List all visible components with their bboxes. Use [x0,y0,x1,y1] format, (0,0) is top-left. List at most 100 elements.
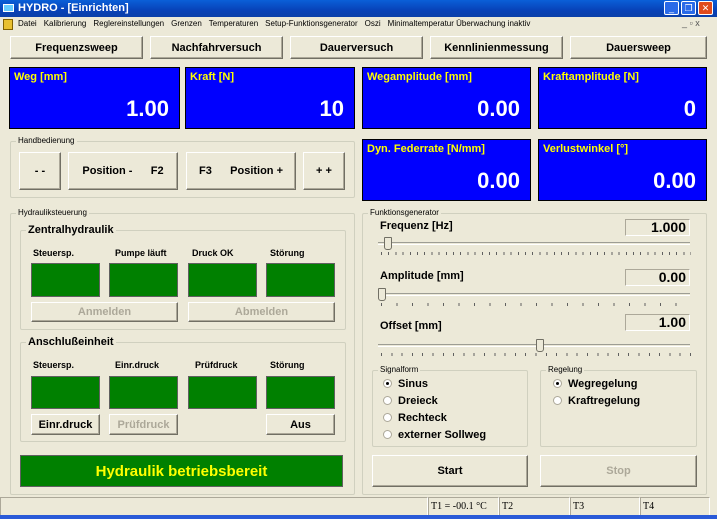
menu-oszi[interactable]: Oszi [365,19,381,28]
menu-grenzen[interactable]: Grenzen [171,19,202,28]
pruefdruck-indicator [188,376,257,409]
abmelden-button[interactable]: Abmelden [188,302,335,322]
indicator-label: Störung [270,248,305,258]
position-minus-button[interactable]: Position - F2 [68,152,178,190]
amplitude-slider-track[interactable] [378,293,690,296]
menu-kalibrierung[interactable]: Kalibrierung [44,19,87,28]
anmelden-button[interactable]: Anmelden [31,302,178,322]
close-button[interactable]: ✕ [698,1,713,15]
document-icon [3,19,13,30]
amplitude-label: Amplitude [mm] [380,270,464,282]
offset-value: 1.00 [625,314,690,331]
steuersp-indicator [31,263,100,297]
display-value: 0 [683,96,696,121]
radio-icon [553,379,562,388]
slider-ticks [381,353,691,356]
frequenz-slider-thumb[interactable] [384,237,393,250]
nachfahrversuch-button[interactable]: Nachfahrversuch [150,36,283,59]
dauerversuch-button[interactable]: Dauerversuch [290,36,423,59]
radio-label: Dreieck [398,394,438,407]
menu-setup-funktionsgenerator[interactable]: Setup-Funktionsgenerator [265,19,358,28]
menu-temperaturen[interactable]: Temperaturen [209,19,258,28]
group-title: Handbedienung [16,136,77,145]
display-value: 0.00 [653,168,696,193]
pruefdruck-button[interactable]: Prüfdruck [109,414,178,435]
maximize-button[interactable]: ❐ [681,1,696,15]
radio-dreieck[interactable]: Dreieck [383,392,527,409]
status-bar: T1 = -00.1 °C T2 T3 T4 [0,497,717,516]
display-value: 0.00 [477,168,520,193]
jog-fast-plus-button[interactable]: + + [303,152,345,190]
federrate-display: Dyn. Federrate [N/mm] 0.00 [362,139,531,201]
amplitude-slider-thumb[interactable] [378,288,386,301]
frequenz-slider-track[interactable] [378,242,690,245]
display-label: Weg [mm] [14,71,67,83]
window-title: HYDRO - [Einrichten] [18,2,129,14]
jog-fast-minus-button[interactable]: - - [19,152,61,190]
radio-label: Kraftregelung [568,394,641,407]
hydraulik-status-banner: Hydraulik betriebsbereit [20,455,343,487]
mdi-controls[interactable]: _ ▫ x [682,18,700,28]
indicator-label: Störung [270,360,305,370]
radio-wegregelung[interactable]: Wegregelung [553,375,696,392]
display-label: Dyn. Federrate [N/mm] [367,143,485,155]
aus-button[interactable]: Aus [266,414,335,435]
steuersp-indicator [31,376,100,409]
radio-externer-sollweg[interactable]: externer Sollweg [383,426,527,443]
radio-kraftregelung[interactable]: Kraftregelung [553,392,696,409]
status-t2: T2 [499,497,570,516]
group-title: Funktionsgenerator [368,208,441,217]
menu-bar: Datei Kalibrierung Reglereinstellungen Gren… [0,17,717,32]
stoerung-indicator [266,376,335,409]
regelung-group: Regelung Wegregelung Kraftregelung [540,365,697,447]
radio-label: Wegregelung [568,377,638,390]
status-t4: T4 [640,497,710,516]
indicator-label: Druck OK [192,248,234,258]
signalform-group: Signalform Sinus Dreieck Rechteck extern… [372,365,528,447]
slider-ticks [381,303,691,306]
group-title: Hydrauliksteuerung [16,208,89,217]
radio-sinus[interactable]: Sinus [383,375,527,392]
weg-display: Weg [mm] 1.00 [9,67,180,129]
group-title: Regelung [546,365,585,374]
verlustwinkel-display: Verlustwinkel [°] 0.00 [538,139,707,201]
menu-datei[interactable]: Datei [18,19,37,28]
einr-druck-button[interactable]: Einr.druck [31,414,100,435]
menu-reglereinstellungen[interactable]: Reglereinstellungen [93,19,164,28]
frequenz-label: Frequenz [Hz] [380,220,453,232]
frequenzsweep-button[interactable]: Frequenzsweep [10,36,143,59]
radio-icon [383,430,392,439]
slider-ticks [381,252,691,255]
taskbar [0,515,717,519]
amplitude-value: 0.00 [625,269,690,286]
group-title: Zentralhydraulik [26,224,116,236]
kraftamplitude-display: Kraftamplitude [N] 0 [538,67,707,129]
radio-rechteck[interactable]: Rechteck [383,409,527,426]
minimize-button[interactable]: _ [664,1,679,15]
offset-slider-thumb[interactable] [536,339,545,352]
app-icon [3,4,14,12]
pumpe-indicator [109,263,178,297]
indicator-label: Pumpe läuft [115,248,167,258]
menu-minimaltemperatur[interactable]: Minimaltemperatur Überwachung inaktiv [388,19,531,28]
druck-ok-indicator [188,263,257,297]
display-value: 1.00 [126,96,169,121]
status-segment [0,497,428,516]
status-t1: T1 = -00.1 °C [428,497,499,516]
kraft-display: Kraft [N] 10 [185,67,355,129]
indicator-label: Einr.druck [115,360,160,370]
display-label: Verlustwinkel [°] [543,143,629,155]
dauersweep-button[interactable]: Dauersweep [570,36,707,59]
position-plus-button[interactable]: F3 Position + [186,152,296,190]
stop-button[interactable]: Stop [540,455,697,487]
frequenz-value: 1.000 [625,219,690,236]
kennlinienmessung-button[interactable]: Kennlinienmessung [430,36,563,59]
radio-icon [383,413,392,422]
radio-icon [383,396,392,405]
einr-druck-indicator [109,376,178,409]
display-label: Kraft [N] [190,71,234,83]
display-value: 10 [319,96,344,121]
display-label: Wegamplitude [mm] [367,71,472,83]
offset-slider-track[interactable] [378,344,690,347]
start-button[interactable]: Start [372,455,528,487]
